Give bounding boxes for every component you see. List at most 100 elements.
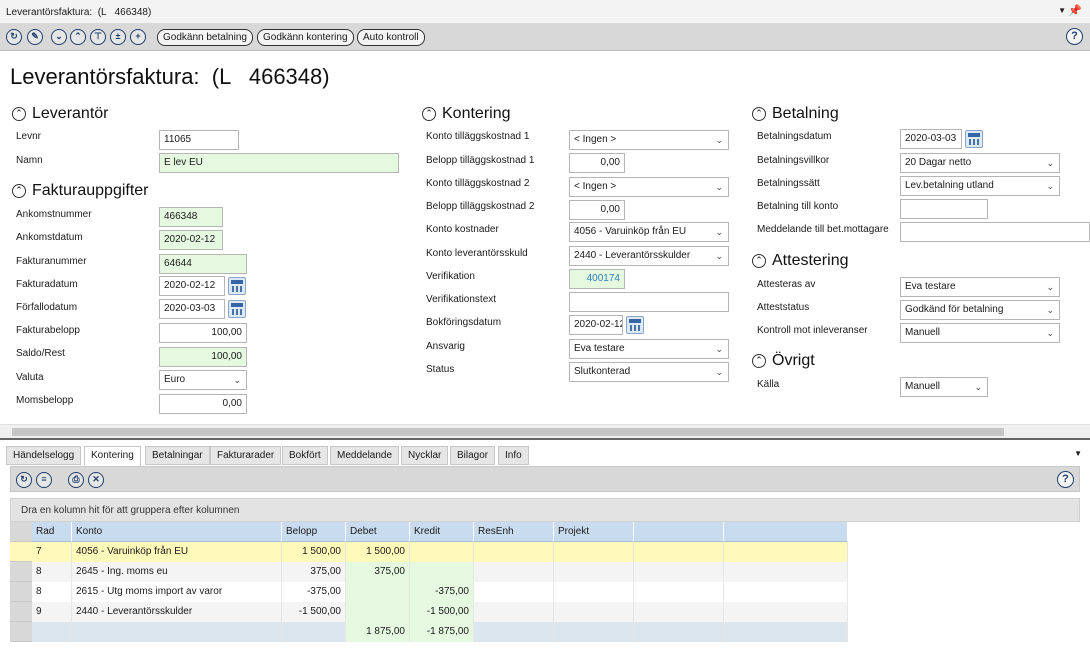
cell-empty[interactable] xyxy=(554,542,634,562)
momsbelopp-field[interactable]: 0,00 xyxy=(159,394,247,414)
cell-rad[interactable]: 8 xyxy=(32,582,72,602)
belopp1-field[interactable]: 0,00 xyxy=(569,153,625,173)
section-fakturauppgifter[interactable]: ⌃ Fakturauppgifter xyxy=(12,182,149,200)
print-icon[interactable]: ⎙ xyxy=(68,472,84,488)
cell-rad[interactable]: 9 xyxy=(32,602,72,622)
section-ovrigt[interactable]: ⌃ Övrigt xyxy=(752,352,815,370)
veriftext-field[interactable] xyxy=(569,292,729,312)
atteststatus-select[interactable]: Godkänd för betalning ⌄ xyxy=(900,300,1060,320)
cell-rad[interactable]: 8 xyxy=(32,562,72,582)
row-indicator[interactable] xyxy=(10,562,32,582)
chevron-up-icon[interactable]: ⌃ xyxy=(12,184,26,198)
cell-kredit[interactable]: -375,00 xyxy=(410,582,474,602)
approve-posting-button[interactable]: Godkänn kontering xyxy=(257,29,354,46)
valuta-select[interactable]: Euro ⌄ xyxy=(159,370,247,390)
row-indicator[interactable] xyxy=(10,542,32,562)
col-header-projekt[interactable]: Projekt xyxy=(554,522,634,542)
cell-empty[interactable] xyxy=(554,562,634,582)
cell-empty[interactable] xyxy=(554,582,634,602)
cell-konto[interactable]: 2440 - Leverantörsskulder xyxy=(72,602,282,622)
chevron-down-icon[interactable]: ⌄ xyxy=(51,29,67,45)
ankomstnummer-field[interactable]: 466348 xyxy=(159,207,223,227)
cell-empty[interactable] xyxy=(724,562,848,582)
kalla-select[interactable]: Manuell ⌄ xyxy=(900,377,988,397)
cell-empty[interactable] xyxy=(724,582,848,602)
kostnad-select[interactable]: 4056 - Varuinköp från EU ⌄ xyxy=(569,222,729,242)
bokdatum-field[interactable]: 2020-02-12 xyxy=(569,315,623,335)
cell-empty[interactable] xyxy=(724,542,848,562)
cell-kredit[interactable] xyxy=(410,562,474,582)
status-select[interactable]: Slutkonterad ⌄ xyxy=(569,362,729,382)
calendar-icon[interactable] xyxy=(965,130,983,148)
approve-payment-button[interactable]: Godkänn betalning xyxy=(157,29,253,46)
cell-debet[interactable] xyxy=(346,602,410,622)
konto2-select[interactable]: < Ingen > ⌄ xyxy=(569,177,729,197)
expand-icon[interactable]: ± xyxy=(110,29,126,45)
cell-empty[interactable] xyxy=(634,582,724,602)
calendar-icon[interactable] xyxy=(626,316,644,334)
calendar-icon[interactable] xyxy=(228,277,246,295)
tab-kontering[interactable]: Kontering xyxy=(84,446,141,466)
cell-debet[interactable]: 1 500,00 xyxy=(346,542,410,562)
cell-empty[interactable] xyxy=(634,542,724,562)
saldo-field[interactable]: 100,00 xyxy=(159,347,247,367)
col-header-belopp[interactable]: Belopp xyxy=(282,522,346,542)
section-kontering[interactable]: ⌃ Kontering xyxy=(422,105,511,123)
villkor-select[interactable]: 20 Dagar netto ⌄ xyxy=(900,153,1060,173)
col-header-debet[interactable]: Debet xyxy=(346,522,410,542)
row-indicator[interactable] xyxy=(10,602,32,622)
cell-empty[interactable] xyxy=(474,602,554,622)
refresh-icon[interactable]: ↻ xyxy=(6,29,22,45)
verifikation-field[interactable]: 400174 xyxy=(569,269,625,289)
col-header-rad[interactable]: Rad xyxy=(32,522,72,542)
chevron-up-icon[interactable]: ⌃ xyxy=(752,254,766,268)
chevron-up-icon[interactable]: ⌃ xyxy=(422,107,436,121)
cell-empty[interactable] xyxy=(474,542,554,562)
dropdown-arrow-icon[interactable]: ▼ xyxy=(1058,6,1066,15)
cell-empty[interactable] xyxy=(554,602,634,622)
levnr-field[interactable]: 11065 xyxy=(159,130,239,150)
horizontal-scrollbar[interactable] xyxy=(0,424,1090,438)
help-icon[interactable]: ? xyxy=(1066,28,1083,45)
tab-handelselogg[interactable]: Händelselogg xyxy=(6,446,82,465)
chevron-up-icon[interactable]: ⌃ xyxy=(752,354,766,368)
col-header-kredit[interactable]: Kredit xyxy=(410,522,474,542)
cell-rad[interactable]: 7 xyxy=(32,542,72,562)
tab-betalningar[interactable]: Betalningar xyxy=(145,446,210,465)
namn-field[interactable]: E lev EU xyxy=(159,153,399,173)
cell-belopp[interactable]: 375,00 xyxy=(282,562,346,582)
forfallodatum-field[interactable]: 2020-03-03 xyxy=(159,299,225,319)
refresh-icon[interactable]: ↻ xyxy=(16,472,32,488)
fakturanummer-field[interactable]: 64644 xyxy=(159,254,247,274)
pin-icon[interactable]: 📌 xyxy=(1068,4,1082,17)
tools-icon[interactable]: ✕ xyxy=(88,472,104,488)
skuld-select[interactable]: 2440 - Leverantörsskulder ⌄ xyxy=(569,246,729,266)
tab-bokfort[interactable]: Bokfört xyxy=(282,446,328,465)
cell-konto[interactable]: 2645 - Ing. moms eu xyxy=(72,562,282,582)
document-icon[interactable]: ≡ xyxy=(36,472,52,488)
col-header-konto[interactable]: Konto xyxy=(72,522,282,542)
pane-splitter[interactable] xyxy=(0,438,1090,446)
add-icon[interactable]: + xyxy=(130,29,146,45)
tab-bilagor[interactable]: Bilagor xyxy=(450,446,496,465)
tab-meddelande[interactable]: Meddelande xyxy=(330,446,400,465)
cell-empty[interactable] xyxy=(634,602,724,622)
kontroll-select[interactable]: Manuell ⌄ xyxy=(900,323,1060,343)
chevron-up-icon[interactable]: ⌃ xyxy=(12,107,26,121)
ansvarig-select[interactable]: Eva testare ⌄ xyxy=(569,339,729,359)
section-betalning[interactable]: ⌃ Betalning xyxy=(752,105,839,123)
tab-info[interactable]: Info xyxy=(498,446,529,465)
cell-debet[interactable]: 375,00 xyxy=(346,562,410,582)
tab-nycklar[interactable]: Nycklar xyxy=(401,446,449,465)
help-icon[interactable]: ? xyxy=(1057,471,1074,488)
cell-belopp[interactable]: -375,00 xyxy=(282,582,346,602)
cell-debet[interactable] xyxy=(346,582,410,602)
cell-empty[interactable] xyxy=(724,602,848,622)
meddelande-field[interactable] xyxy=(900,222,1090,242)
section-attestering[interactable]: ⌃ Attestering xyxy=(752,252,848,270)
col-header-resenh[interactable]: ResEnh xyxy=(474,522,554,542)
cell-konto[interactable]: 4056 - Varuinköp från EU xyxy=(72,542,282,562)
cell-empty[interactable] xyxy=(474,562,554,582)
chevron-up-icon[interactable]: ⌃ xyxy=(752,107,766,121)
row-indicator[interactable] xyxy=(10,582,32,602)
